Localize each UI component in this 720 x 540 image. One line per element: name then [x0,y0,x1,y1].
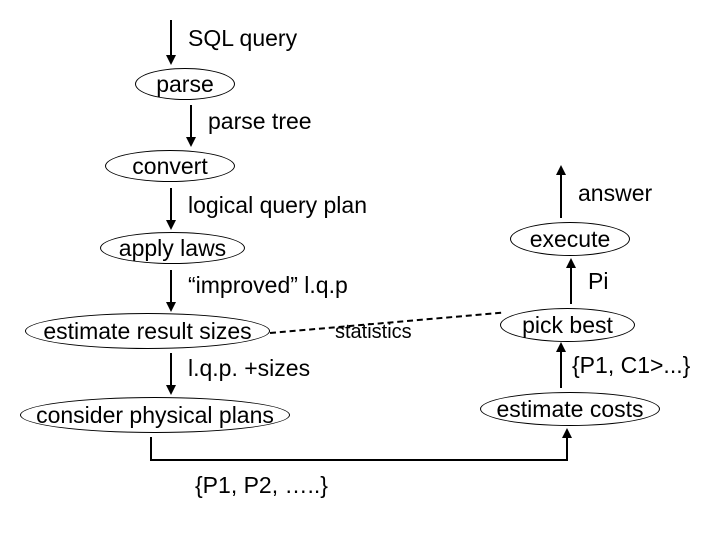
node-apply-laws-text: apply laws [119,235,226,262]
arrow [190,105,192,137]
node-convert-text: convert [132,153,207,180]
node-pick-best: pick best [500,308,635,342]
arrow [560,352,562,388]
node-estimate-sizes: estimate result sizes [25,313,270,349]
node-estimate-costs: estimate costs [480,392,660,426]
arrow [560,175,562,218]
arrow-head [186,137,196,147]
label-lqp-sizes: l.q.p. +sizes [188,355,310,382]
node-parse-text: parse [156,71,214,98]
node-parse: parse [135,68,235,100]
arrow-head [556,342,566,352]
label-parse-tree: parse tree [208,108,312,135]
node-consider-plans-text: consider physical plans [36,402,274,429]
node-pick-best-text: pick best [522,312,613,339]
connector [566,438,568,461]
label-sql-query: SQL query [188,25,297,52]
label-p-set: {P1, P2, …..} [195,472,328,499]
node-estimate-costs-text: estimate costs [497,396,644,423]
label-pc-set: {P1, C1>...} [572,352,690,379]
arrow [170,270,172,302]
arrow-head [556,165,566,175]
arrow-head [166,302,176,312]
label-improved-lqp: “improved” l.q.p [188,272,348,299]
label-pi: Pi [588,268,608,295]
arrow-head [166,385,176,395]
arrow-head [566,258,576,268]
arrow-head [166,220,176,230]
arrow-head [562,428,572,438]
node-consider-plans: consider physical plans [20,397,290,433]
node-estimate-sizes-text: estimate result sizes [43,318,251,345]
arrow [570,268,572,304]
label-logical-query-plan: logical query plan [188,192,367,219]
connector [150,459,568,461]
arrow-head [166,55,176,65]
node-apply-laws: apply laws [100,232,245,264]
arrow [170,353,172,385]
arrow [170,188,172,220]
node-execute-text: execute [530,226,611,253]
node-execute: execute [510,222,630,256]
label-answer: answer [578,180,652,207]
connector [150,437,152,459]
arrow [170,20,172,55]
node-convert: convert [105,150,235,182]
